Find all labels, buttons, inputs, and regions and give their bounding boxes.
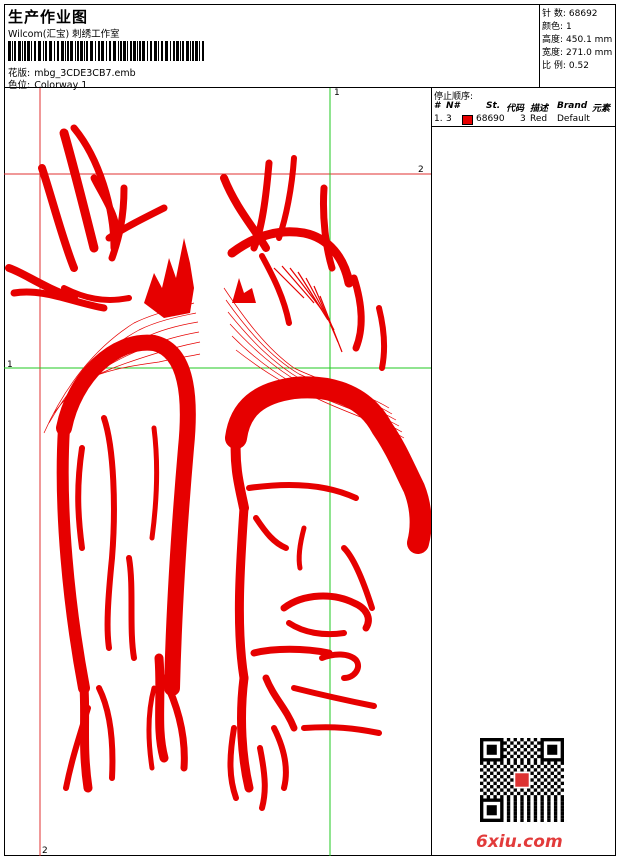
- qr-code: [480, 738, 564, 822]
- design-red-strokes: [5, 124, 431, 811]
- stats-panel: 针 数: 68692 颜色: 1 高度: 450.1 mm 宽度: 271.0 mm 比…: [540, 4, 616, 88]
- embroidery-artwork: [4, 88, 431, 856]
- barcode: [8, 41, 204, 61]
- header-info: 生产作业图 Wilcom(汇宝) 刺绣工作室 花版: mbg_3CDE3CB7.e…: [4, 4, 540, 91]
- stat-width: 宽度: 271.0 mm: [542, 48, 613, 58]
- guide-label-left: 1: [7, 360, 13, 370]
- guide-label-top: 1: [334, 88, 340, 98]
- page-title: 生产作业图: [8, 8, 89, 26]
- company-name: Wilcom(汇宝) 刺绣工作室: [8, 29, 120, 40]
- stat-height: 高度: 450.1 mm: [542, 35, 613, 45]
- guide-label-bottom: 2: [42, 846, 48, 856]
- watermark-logo: 6xiu.com: [476, 832, 563, 852]
- stop-sequence-row: 1. 3 68690 3 Red Default: [432, 114, 616, 127]
- guide-label-right: 2: [418, 165, 424, 175]
- thread-color-swatch: [462, 115, 473, 125]
- stat-stitches: 针 数: 68692: [542, 9, 598, 19]
- stop-sequence-header: # N# St. 代码 描述 Brand 元素: [434, 101, 611, 114]
- stat-scale: 比 例: 0.52: [542, 61, 589, 71]
- stat-colors: 颜色: 1: [542, 22, 572, 32]
- design-preview: 1 2 1 2: [4, 88, 432, 856]
